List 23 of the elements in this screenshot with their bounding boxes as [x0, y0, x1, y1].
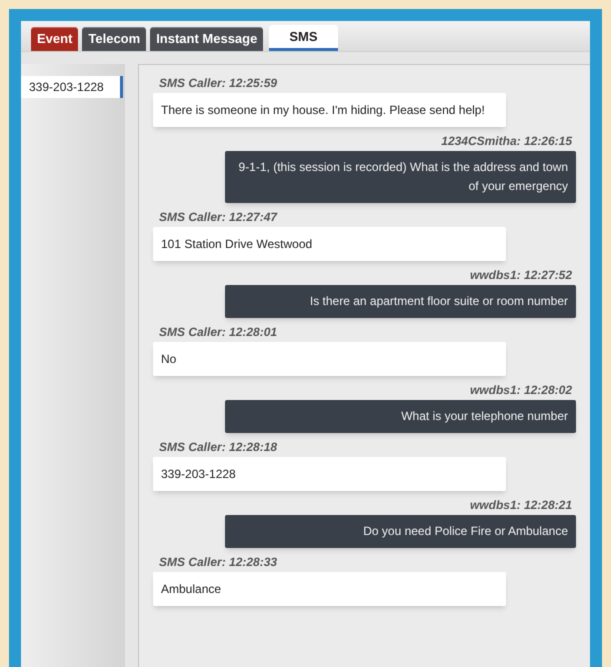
message-header: SMS Caller: 12:28:18: [158, 439, 278, 455]
session-item[interactable]: 339-203-1228: [21, 76, 123, 98]
tab[interactable]: Telecom: [82, 27, 146, 51]
received-message-bubble: Ambulance: [153, 572, 506, 606]
received-message-bubble: There is someone in my house. I'm hiding. Please send help!: [153, 93, 506, 127]
tab[interactable]: Instant Message: [150, 27, 264, 51]
message-header: wwdbs1: 12:28:21: [470, 497, 573, 513]
message-header: 1234CSmitha: 12:26:15: [441, 133, 574, 149]
message-header: wwdbs1: 12:27:52: [470, 267, 573, 283]
sent-message-bubble: What is your telephone number: [225, 400, 576, 433]
sent-message-bubble: 9-1-1, (this session is recorded) What is the address and town of your emergency: [225, 151, 576, 203]
message-header: SMS Caller: 12:28:01: [158, 324, 278, 340]
received-message-bubble: No: [153, 342, 506, 376]
sent-message-bubble: Do you need Police Fire or Ambulance: [225, 515, 576, 548]
message-header: wwdbs1: 12:28:02: [470, 382, 573, 398]
sent-message-bubble: Is there an apartment floor suite or room number: [225, 285, 576, 318]
received-message-bubble: 339-203-1228: [153, 457, 506, 491]
tab[interactable]: Event: [31, 27, 78, 51]
tab[interactable]: SMS: [269, 25, 338, 51]
message-header: SMS Caller: 12:28:33: [158, 554, 278, 570]
message-header: SMS Caller: 12:27:47: [158, 209, 278, 225]
message-header: SMS Caller: 12:25:59: [158, 75, 278, 91]
received-message-bubble: 101 Station Drive Westwood: [153, 227, 506, 261]
